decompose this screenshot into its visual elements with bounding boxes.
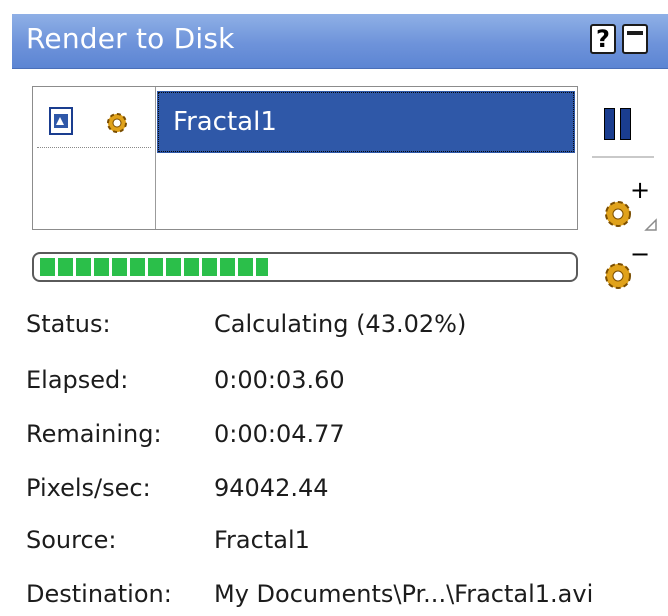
window-title: Render to Disk xyxy=(26,22,235,55)
add-render-job-button[interactable]: + xyxy=(596,178,660,234)
queue-icon-column xyxy=(33,87,156,229)
render-to-disk-panel: Render to Disk ? Fractal1 + − Status: Ca… xyxy=(0,0,668,616)
progress-segment xyxy=(76,258,91,276)
detail-value: 0:00:03.60 xyxy=(214,366,345,394)
remove-render-job-button[interactable]: − xyxy=(596,250,660,296)
document-icon xyxy=(49,107,73,135)
row-divider xyxy=(37,147,151,148)
progress-segment xyxy=(256,258,268,276)
title-bar: Render to Disk ? xyxy=(12,14,668,69)
detail-label: Destination: xyxy=(26,580,172,608)
help-button[interactable]: ? xyxy=(590,24,616,54)
detail-label: Source: xyxy=(26,526,117,554)
progress-segment xyxy=(148,258,163,276)
detail-value: Fractal1 xyxy=(214,526,310,554)
progress-segment xyxy=(184,258,199,276)
detail-value: Calculating (43.02%) xyxy=(214,310,467,338)
render-progress-bar xyxy=(32,252,578,282)
detail-label: Pixels/sec: xyxy=(26,474,151,502)
progress-segment xyxy=(40,258,55,276)
progress-fill xyxy=(40,258,268,276)
render-queue-list[interactable]: Fractal1 xyxy=(32,86,578,230)
queue-item[interactable]: Fractal1 xyxy=(157,91,575,153)
progress-segment xyxy=(238,258,253,276)
pause-button[interactable] xyxy=(604,108,634,142)
minus-glyph: − xyxy=(630,250,650,268)
pause-icon xyxy=(604,108,615,140)
add-gear-icon xyxy=(605,201,631,227)
detail-label: Elapsed: xyxy=(26,366,129,394)
progress-segment xyxy=(58,258,73,276)
progress-segment xyxy=(202,258,217,276)
detail-value: 94042.44 xyxy=(214,474,329,502)
render-gear-icon xyxy=(107,113,127,133)
progress-segment xyxy=(220,258,235,276)
detail-value: My Documents\Pr...\Fractal1.avi xyxy=(214,580,594,608)
progress-segment xyxy=(166,258,181,276)
progress-segment xyxy=(94,258,109,276)
queue-item-label: Fractal1 xyxy=(173,107,277,137)
plus-glyph: + xyxy=(630,178,650,204)
progress-segment xyxy=(130,258,145,276)
detail-label: Remaining: xyxy=(26,420,162,448)
detail-label: Status: xyxy=(26,310,111,338)
dropdown-corner-icon xyxy=(644,218,657,231)
progress-segment xyxy=(112,258,127,276)
pause-icon-bar xyxy=(620,108,631,140)
minimize-button[interactable] xyxy=(622,24,648,54)
toolbar-separator xyxy=(592,156,654,158)
detail-value: 0:00:04.77 xyxy=(214,420,345,448)
remove-gear-icon xyxy=(605,263,631,289)
